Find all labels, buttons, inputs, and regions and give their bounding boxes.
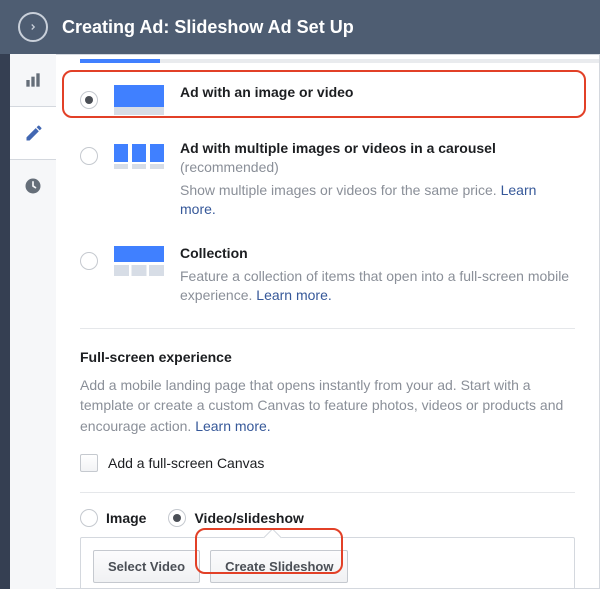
nav-strip: [0, 54, 10, 589]
learn-more-link[interactable]: Learn more.: [195, 418, 270, 434]
expand-icon[interactable]: [18, 12, 48, 42]
content-pane: Ad with an image or video Ad with multip…: [56, 54, 600, 589]
fullscreen-section: Full-screen experience Add a mobile land…: [56, 329, 599, 472]
media-label: Image: [106, 510, 146, 526]
thumb-single-icon: [114, 85, 164, 115]
option-desc: Show multiple images or videos for the s…: [180, 181, 575, 220]
thumb-collection-icon: [114, 246, 164, 276]
media-type-row: Image Video/slideshow: [56, 493, 599, 527]
rail-history[interactable]: [10, 160, 56, 212]
format-option-list: Ad with an image or video Ad with multip…: [56, 63, 599, 320]
radio-single[interactable]: [80, 91, 98, 109]
radio-image[interactable]: [80, 509, 98, 527]
format-option-single[interactable]: Ad with an image or video: [80, 73, 575, 129]
thumb-carousel-icon: [114, 141, 164, 171]
canvas-checkbox-row[interactable]: Add a full-screen Canvas: [80, 454, 575, 472]
media-type-video[interactable]: Video/slideshow: [168, 509, 303, 527]
media-type-image[interactable]: Image: [80, 509, 146, 527]
radio-collection[interactable]: [80, 252, 98, 270]
create-slideshow-button[interactable]: Create Slideshow: [210, 550, 348, 583]
format-option-collection[interactable]: Collection Feature a collection of items…: [80, 234, 575, 320]
option-title: Collection: [180, 244, 575, 263]
canvas-checkbox-label: Add a full-screen Canvas: [108, 455, 264, 471]
select-video-button[interactable]: Select Video: [93, 550, 200, 583]
format-option-carousel[interactable]: Ad with multiple images or videos in a c…: [80, 129, 575, 234]
rail-ad-edit[interactable]: [10, 106, 57, 160]
progress-track: [56, 55, 599, 63]
section-title: Full-screen experience: [80, 349, 575, 365]
media-actions-panel: Select Video Create Slideshow: [80, 537, 575, 589]
option-title: Ad with an image or video: [180, 83, 575, 102]
option-title: Ad with multiple images or videos in a c…: [180, 139, 575, 177]
canvas-checkbox[interactable]: [80, 454, 98, 472]
radio-video[interactable]: [168, 509, 186, 527]
learn-more-link[interactable]: Learn more.: [256, 287, 331, 303]
section-desc: Add a mobile landing page that opens ins…: [80, 375, 575, 436]
media-label: Video/slideshow: [194, 510, 303, 526]
header-bar: Creating Ad: Slideshow Ad Set Up: [0, 0, 600, 54]
option-desc: Feature a collection of items that open …: [180, 267, 575, 306]
rail-campaign[interactable]: [10, 54, 56, 106]
radio-carousel[interactable]: [80, 147, 98, 165]
left-rail: [10, 54, 57, 589]
page-title: Creating Ad: Slideshow Ad Set Up: [62, 17, 354, 38]
